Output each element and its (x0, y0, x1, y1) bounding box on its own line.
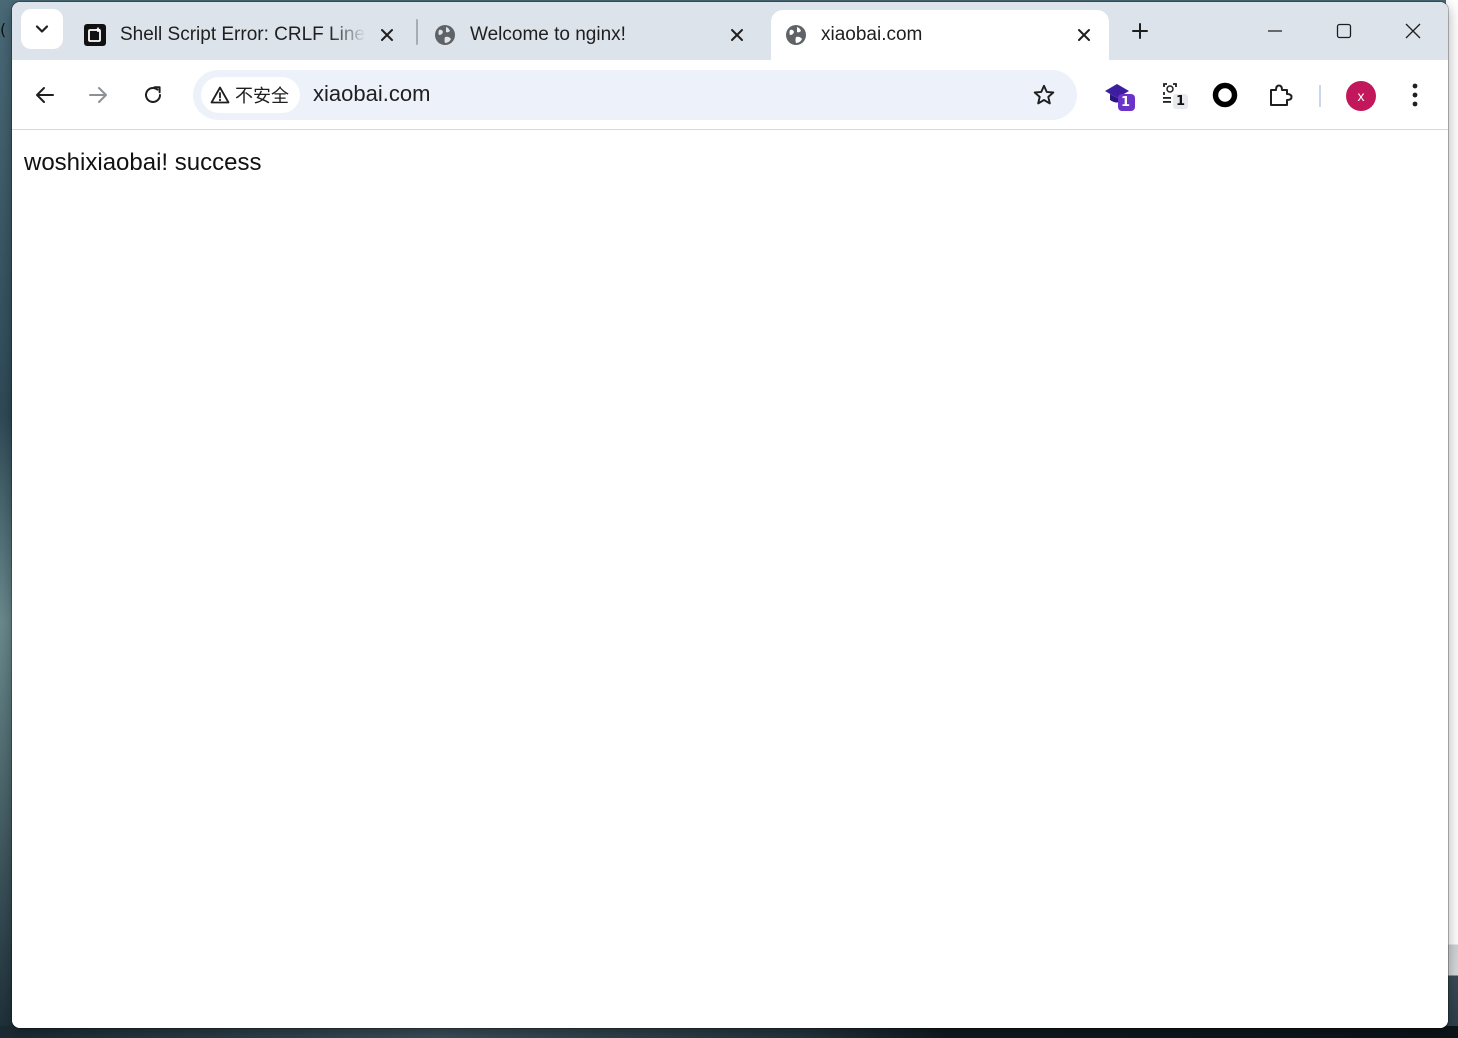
tab-welcome-to-nginx[interactable]: Welcome to nginx! (420, 10, 762, 60)
reload-button[interactable] (135, 77, 171, 113)
close-icon (1405, 23, 1421, 39)
tab-search-button[interactable] (21, 9, 63, 49)
arrow-left-icon (36, 87, 54, 103)
browser-menu-button[interactable] (1400, 78, 1430, 112)
close-icon (1078, 29, 1090, 41)
tab-separator (416, 19, 418, 45)
reload-icon (145, 86, 161, 103)
extension-ring-icon (1212, 82, 1238, 108)
extension-graduation-cap-icon (1105, 84, 1135, 111)
maximize-button[interactable] (1324, 14, 1364, 48)
tab-close-button[interactable] (724, 22, 750, 48)
extension-button-1[interactable]: 1 (1101, 77, 1137, 113)
minimize-button[interactable] (1255, 14, 1295, 48)
globe-icon (785, 24, 807, 46)
profile-initial: x (1357, 88, 1365, 104)
close-window-button[interactable] (1393, 14, 1433, 48)
browser-toolbar: 不安全 xiaobai.com 1 1 x (12, 60, 1448, 130)
back-button[interactable] (27, 77, 63, 113)
arrow-right-icon (89, 87, 107, 103)
security-label: 不安全 (235, 86, 289, 107)
new-tab-button[interactable] (1125, 16, 1155, 46)
security-chip[interactable]: 不安全 (201, 77, 300, 113)
star-icon (1033, 84, 1055, 105)
address-bar[interactable]: 不安全 xiaobai.com (193, 70, 1077, 120)
browser-window: Shell Script Error: CRLF Line Welcome to… (12, 2, 1448, 1028)
minimize-icon (1268, 30, 1282, 32)
extension-badge: 1 (1176, 94, 1186, 109)
globe-icon (434, 24, 456, 46)
chevron-down-icon (35, 25, 49, 33)
chatgpt-icon (84, 24, 106, 46)
bookmark-button[interactable] (1029, 80, 1059, 110)
url-text[interactable]: xiaobai.com (313, 81, 430, 107)
tab-title: Shell Script Error: CRLF Line (120, 24, 365, 45)
plus-icon (1132, 23, 1148, 39)
maximize-icon (1336, 23, 1352, 39)
extension-button-3[interactable] (1207, 77, 1243, 113)
tab-shell-script-error[interactable]: Shell Script Error: CRLF Line (70, 10, 412, 60)
extension-badge: 1 (1121, 95, 1131, 110)
page-content: woshixiaobai! success (12, 131, 1448, 1028)
extensions-puzzle-icon (1270, 84, 1293, 106)
tab-xiaobai-com[interactable]: xiaobai.com (771, 10, 1109, 60)
profile-avatar[interactable]: x (1346, 81, 1376, 111)
close-icon (381, 29, 393, 41)
toolbar-divider (1319, 85, 1321, 107)
tab-strip: Shell Script Error: CRLF Line Welcome to… (12, 2, 1448, 60)
tab-close-button[interactable] (374, 22, 400, 48)
forward-button[interactable] (80, 77, 116, 113)
page-body-text: woshixiaobai! success (24, 149, 262, 176)
desktop-edge-glyph: ( (0, 20, 7, 39)
more-vertical-icon (1412, 83, 1418, 107)
extensions-menu-button[interactable] (1263, 77, 1299, 113)
close-icon (731, 29, 743, 41)
extension-screenshot-icon (1163, 83, 1188, 109)
warning-triangle-icon (210, 85, 230, 105)
tab-title: Welcome to nginx! (470, 24, 626, 45)
tab-title: xiaobai.com (821, 24, 923, 45)
extension-button-2[interactable]: 1 (1156, 77, 1192, 113)
tab-close-button[interactable] (1071, 22, 1097, 48)
